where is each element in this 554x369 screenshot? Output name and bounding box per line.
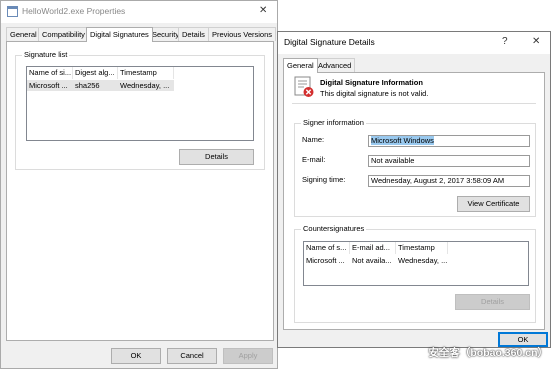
details-tabs: General Advanced xyxy=(283,58,545,73)
cancel-button[interactable]: Cancel xyxy=(167,348,217,364)
tab-general[interactable]: General xyxy=(283,58,318,73)
row-timestamp: Wednesday, ... xyxy=(120,81,170,90)
countersignatures-header: Name of s... E-mail ad... Timestamp xyxy=(304,242,528,254)
digital-signatures-panel: Signature list Name of si... Digest alg.… xyxy=(6,41,274,341)
properties-tabs: General Compatibility Digital Signatures… xyxy=(6,27,277,42)
tab-general[interactable]: General xyxy=(6,27,41,41)
column-email[interactable]: E-mail ad... xyxy=(350,242,396,254)
name-field[interactable]: Microsoft Windows xyxy=(368,135,530,147)
invalid-signature-icon xyxy=(294,76,314,97)
countersignatures-list[interactable]: Name of s... E-mail ad... Timestamp Micr… xyxy=(303,241,529,286)
cs-row-email: Not availa... xyxy=(352,256,392,265)
info-status: This digital signature is not valid. xyxy=(320,89,429,98)
signature-list[interactable]: Name of si... Digest alg... Timestamp Mi… xyxy=(26,66,254,141)
watermark-text: 安全客（bobao.360.cn） xyxy=(428,347,548,359)
details-title: Digital Signature Details xyxy=(284,37,375,47)
name-label: Name: xyxy=(302,135,325,144)
column-name[interactable]: Name of s... xyxy=(304,242,350,254)
cs-row-timestamp: Wednesday, ... xyxy=(398,256,448,265)
column-name[interactable]: Name of si... xyxy=(27,67,73,79)
tab-digital-signatures[interactable]: Digital Signatures xyxy=(86,27,153,42)
countersignatures-group: Countersignatures Name of s... E-mail ad… xyxy=(294,224,536,323)
tab-details[interactable]: Details xyxy=(178,27,209,41)
signer-info-group: Signer information Name: Microsoft Windo… xyxy=(294,118,536,217)
signature-list-header: Name of si... Digest alg... Timestamp xyxy=(27,67,253,79)
signer-info-label: Signer information xyxy=(301,118,366,127)
tab-advanced[interactable]: Advanced xyxy=(314,58,356,72)
help-icon[interactable]: ? xyxy=(502,36,508,47)
view-certificate-button[interactable]: View Certificate xyxy=(457,196,530,212)
cs-row-name: Microsoft ... xyxy=(306,256,345,265)
tab-compatibility[interactable]: Compatibility xyxy=(38,27,89,41)
details-button[interactable]: Details xyxy=(179,149,254,165)
column-timestamp[interactable]: Timestamp xyxy=(396,242,448,254)
properties-titlebar[interactable]: HelloWorld2.exe Properties ✕ xyxy=(1,1,277,23)
close-icon[interactable]: ✕ xyxy=(532,36,540,47)
row-digest: sha256 xyxy=(75,81,100,90)
email-field[interactable]: Not available xyxy=(368,155,530,167)
row-name: Microsoft ... xyxy=(29,81,68,90)
ok-button[interactable]: OK xyxy=(111,348,161,364)
signature-list-group: Signature list Name of si... Digest alg.… xyxy=(15,50,265,170)
name-value: Microsoft Windows xyxy=(371,136,434,145)
signing-time-field[interactable]: Wednesday, August 2, 2017 3:58:09 AM xyxy=(368,175,530,187)
column-digest[interactable]: Digest alg... xyxy=(73,67,118,79)
application-icon xyxy=(7,6,18,17)
table-row[interactable]: Microsoft ... Not availa... Wednesday, .… xyxy=(304,255,528,266)
divider xyxy=(292,103,536,104)
properties-title: HelloWorld2.exe Properties xyxy=(22,6,126,16)
signature-details-dialog: Digital Signature Details ? ✕ General Ad… xyxy=(277,31,551,348)
properties-window: HelloWorld2.exe Properties ✕ General Com… xyxy=(0,0,278,369)
table-row[interactable]: Microsoft ... sha256 Wednesday, ... xyxy=(27,80,174,91)
details-titlebar[interactable]: Digital Signature Details ? ✕ xyxy=(278,32,550,54)
countersignature-details-button[interactable]: Details xyxy=(455,294,530,310)
close-icon[interactable]: ✕ xyxy=(259,5,267,16)
column-timestamp[interactable]: Timestamp xyxy=(118,67,174,79)
apply-button[interactable]: Apply xyxy=(223,348,273,364)
details-general-panel: Digital Signature Information This digit… xyxy=(283,72,545,330)
signing-time-label: Signing time: xyxy=(302,175,346,184)
tab-previous-versions[interactable]: Previous Versions xyxy=(208,27,277,41)
email-label: E-mail: xyxy=(302,155,326,164)
countersignatures-label: Countersignatures xyxy=(301,224,367,233)
signature-list-label: Signature list xyxy=(22,50,70,59)
info-heading: Digital Signature Information xyxy=(320,78,423,87)
